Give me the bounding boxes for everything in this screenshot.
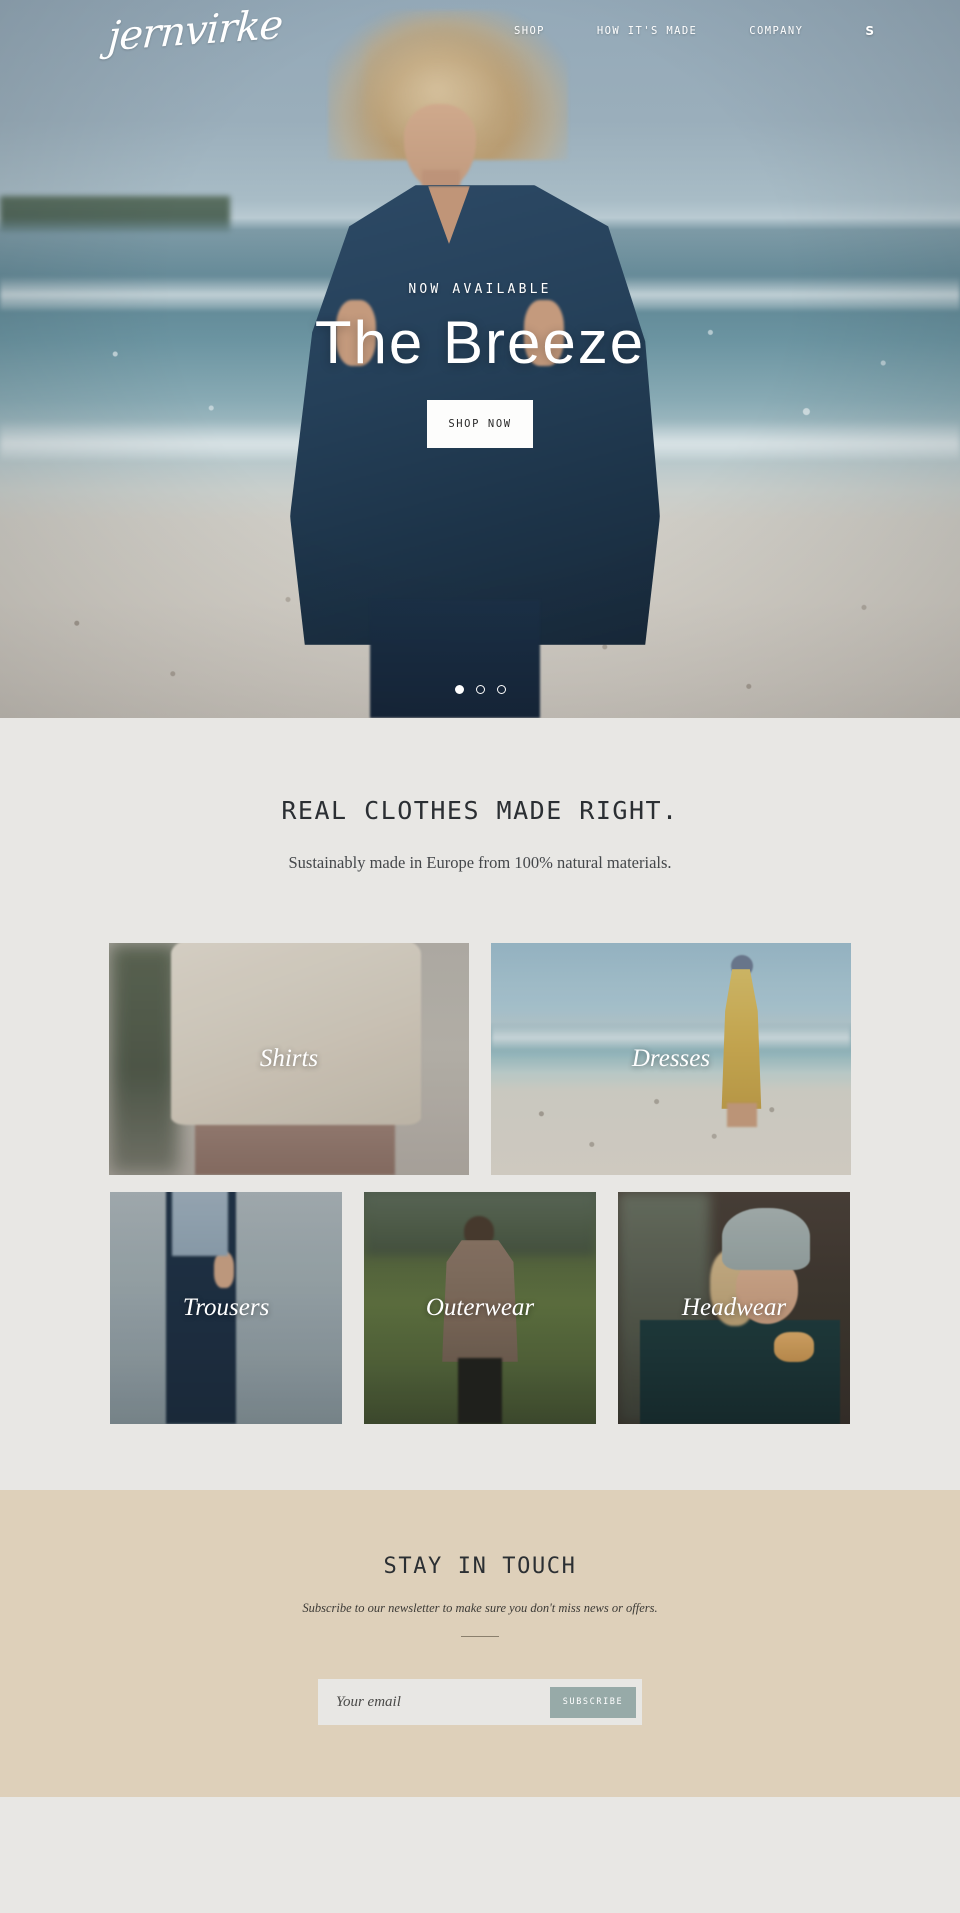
carousel-dot-2[interactable] (475, 685, 485, 694)
category-label-headwear: Headwear (681, 1294, 787, 1321)
hero-title: The Breeze (314, 309, 646, 376)
brand-logo[interactable]: jernvirke (107, 2, 284, 61)
category-tile-dresses[interactable]: Dresses (491, 943, 851, 1175)
carousel-dot-3[interactable] (496, 685, 506, 694)
newsletter-subheading: Subscribe to our newsletter to make sure… (302, 1601, 658, 1615)
shop-now-button[interactable]: SHOP NOW (427, 400, 533, 448)
category-label-outerwear: Outerwear (425, 1294, 535, 1321)
nav-item-company[interactable]: COMPANY (749, 25, 803, 37)
category-tile-outerwear[interactable]: Outerwear (364, 1192, 596, 1424)
category-tile-headwear[interactable]: Headwear (618, 1192, 850, 1424)
nav-item-how-its-made[interactable]: HOW IT'S MADE (597, 25, 697, 37)
landing-page: jernvirke SHOP HOW IT'S MADE COMPANY S N… (0, 0, 960, 1913)
category-row-top: Shirts Dresses (0, 943, 960, 1175)
carousel-dots (0, 685, 960, 694)
email-input[interactable] (318, 1679, 550, 1725)
shopping-bag-icon[interactable]: S (865, 24, 874, 38)
category-label-trousers: Trousers (182, 1294, 270, 1321)
category-grid: Shirts Dresses Trousers Outerwear Headwe… (0, 873, 960, 1490)
nav-item-shop[interactable]: SHOP (514, 25, 545, 37)
carousel-dot-1[interactable] (454, 685, 464, 694)
page-footer (0, 1797, 960, 1913)
intro-section: REAL CLOTHES MADE RIGHT. Sustainably mad… (0, 718, 960, 873)
newsletter-section: STAY IN TOUCH Subscribe to our newslette… (0, 1490, 960, 1797)
newsletter-form: SUBSCRIBE (318, 1679, 642, 1725)
hero-eyebrow: NOW AVAILABLE (408, 282, 552, 297)
hero-carousel: jernvirke SHOP HOW IT'S MADE COMPANY S N… (0, 0, 960, 718)
intro-subheading: Sustainably made in Europe from 100% nat… (288, 853, 672, 872)
category-tile-trousers[interactable]: Trousers (110, 1192, 342, 1424)
category-label-shirts: Shirts (259, 1045, 319, 1072)
subscribe-button[interactable]: SUBSCRIBE (550, 1686, 636, 1718)
main-navigation: jernvirke SHOP HOW IT'S MADE COMPANY S (0, 0, 960, 62)
hero-copy: NOW AVAILABLE The Breeze SHOP NOW (0, 0, 960, 718)
category-row-bottom: Trousers Outerwear Headwear (0, 1192, 960, 1424)
category-tile-shirts[interactable]: Shirts (109, 943, 469, 1175)
intro-heading: REAL CLOTHES MADE RIGHT. (281, 796, 679, 825)
newsletter-heading: STAY IN TOUCH (383, 1554, 577, 1579)
newsletter-divider (461, 1636, 499, 1637)
nav-links: SHOP HOW IT'S MADE COMPANY S (514, 24, 874, 38)
category-label-dresses: Dresses (631, 1045, 711, 1072)
